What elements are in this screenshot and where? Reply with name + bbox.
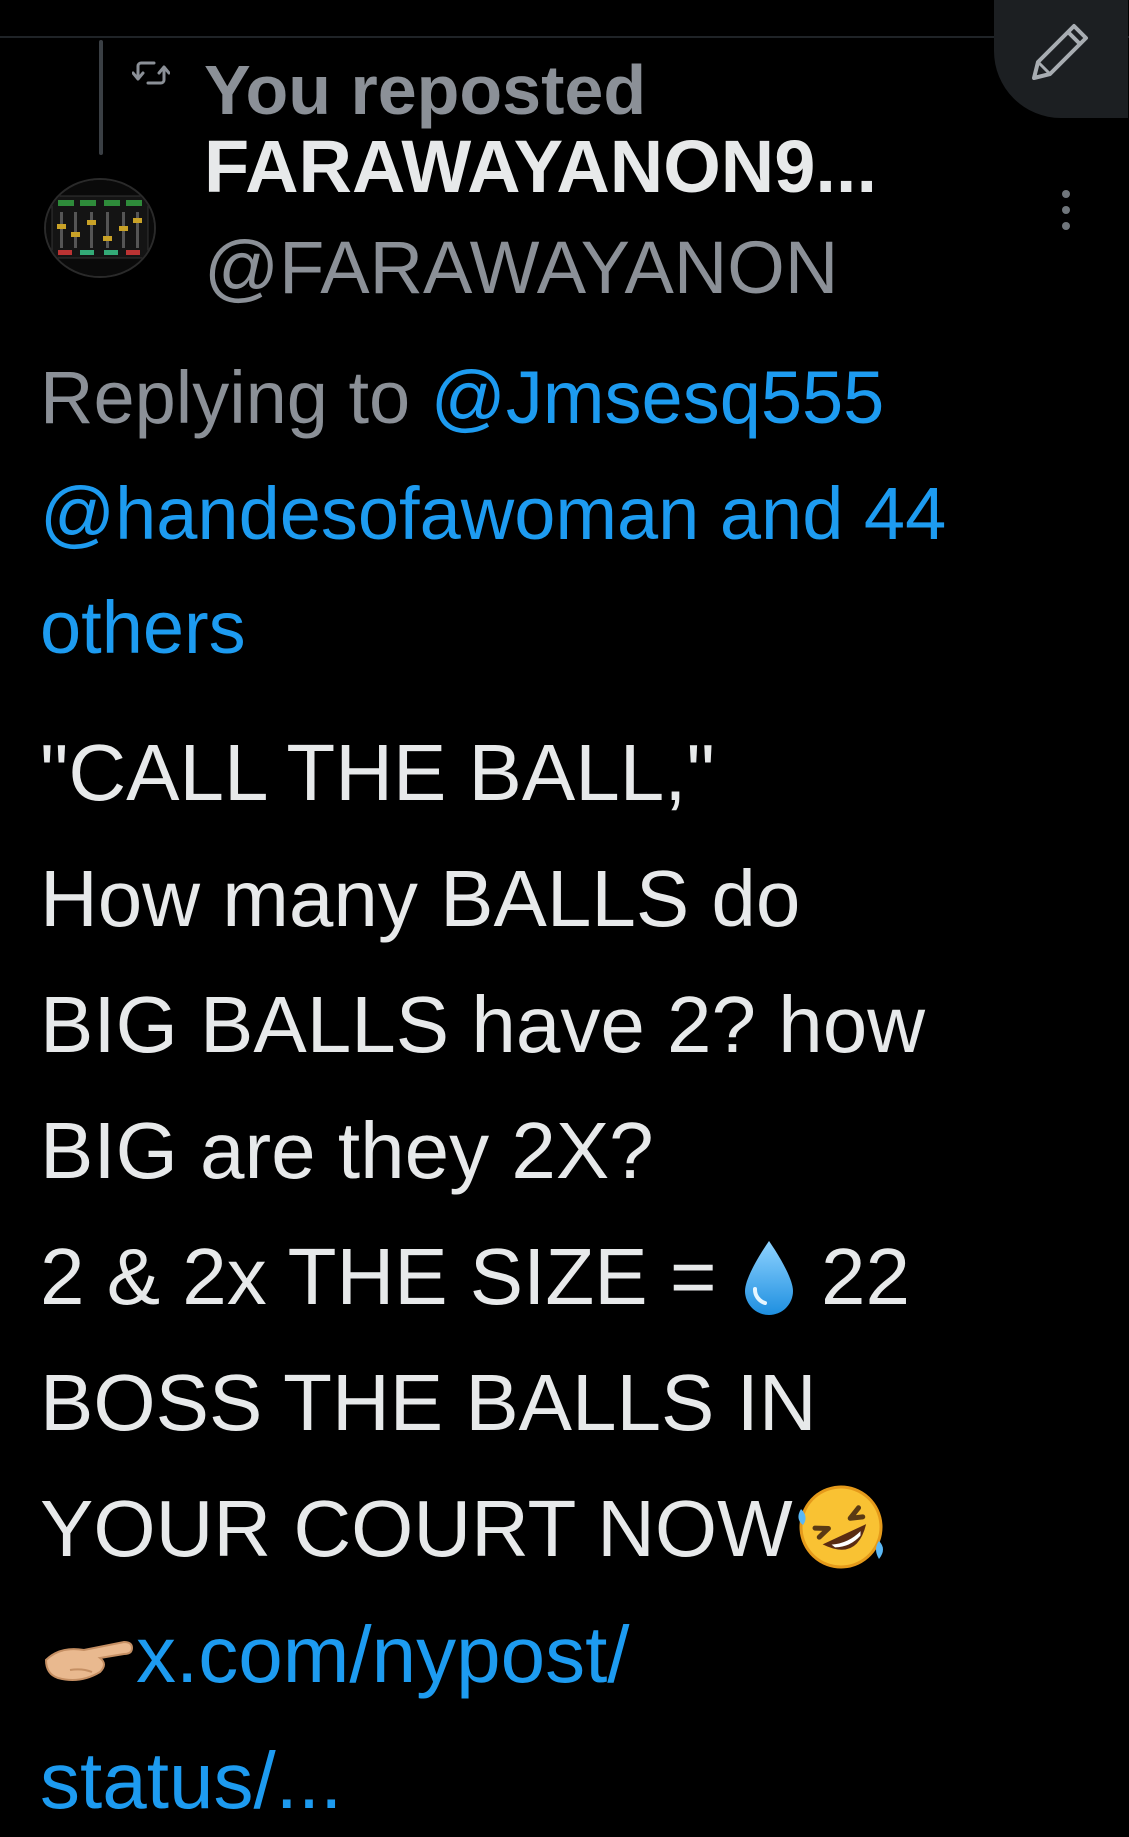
more-options-button[interactable] [1053,190,1079,240]
post-screen: You reposted FARAWAYANON9... @FARAWAYANO… [0,0,1129,1837]
post-text-line: How many BALLS do [40,854,801,943]
post-text-line: BOSS THE BALLS IN [40,1358,817,1447]
mention-handesofawoman[interactable]: @handesofawoman [40,472,699,555]
post-text-line: "CALL THE BALL," [40,728,715,817]
post-text-segment: YOUR COURT NOW [40,1484,793,1573]
post-text-line: YOUR COURT NOW [40,1466,1120,1592]
author-handle[interactable]: @FARAWAYANON [204,226,838,310]
rolling-on-floor-laughing-emoji [798,1485,883,1569]
repost-icon [132,61,170,85]
post-link-continued[interactable]: status/... [40,1718,1120,1837]
pointing-hand-emoji [44,1640,134,1681]
reply-context-line-1: Replying to @Jmsesq555 [40,352,1120,444]
post-text-line: BIG are they 2X? [40,1106,654,1195]
reply-context-line-3: others [40,582,1120,674]
post-link[interactable]: x.com/nypost/ [136,1610,630,1699]
mention-jmsesq555[interactable]: @Jmsesq555 [431,356,885,439]
post-text-segment: 22 [798,1232,911,1321]
more-vertical-icon [1053,190,1079,230]
replying-to-label: Replying to [40,356,411,439]
and-others-count[interactable]: and 44 [720,472,946,555]
compose-pencil-icon [1032,24,1088,80]
compose-button[interactable] [994,0,1128,118]
repost-label: You reposted [204,51,647,129]
post-text-line: BIG BALLS have 2? how [40,980,925,1069]
top-divider [0,36,1129,38]
post-text-line: 2 & 2x THE SIZE = 22 [40,1214,1120,1340]
thread-line [99,40,103,155]
reply-context-line-2: @handesofawoman and 44 [40,468,1120,560]
post-text-segment: 2 & 2x THE SIZE = [40,1232,739,1321]
author-display-name[interactable]: FARAWAYANON9... [204,125,877,209]
others-label[interactable]: others [40,586,246,669]
droplet-emoji [744,1240,793,1315]
post-text: "CALL THE BALL," How many BALLS do BIG B… [40,710,1120,1837]
author-avatar[interactable] [44,178,156,278]
mixer-console-image [46,180,154,276]
post-text-line: x.com/nypost/ [40,1592,1120,1718]
